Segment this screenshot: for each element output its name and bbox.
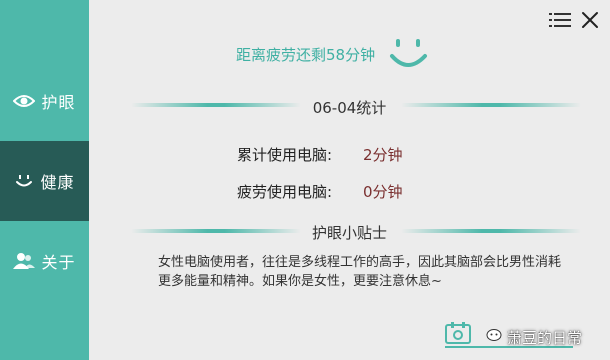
chat-bubble-icon [486, 328, 504, 348]
menu-icon[interactable] [549, 12, 571, 32]
smile-icon [14, 173, 34, 189]
sidebar-item-about[interactable]: 关于 [0, 221, 89, 301]
sidebar: 护眼 健康 关于 [0, 0, 89, 360]
tip-text: 女性电脑使用者，往往是多线程工作的高手，因此其脑部会比男性消耗更多能量和精神。如… [158, 255, 562, 289]
total-usage-value: 2分钟 [363, 146, 403, 164]
fatigue-usage-label: 疲劳使用电脑: [237, 183, 333, 201]
sidebar-item-health[interactable]: 健康 [0, 141, 89, 221]
sidebar-item-label: 关于 [41, 253, 76, 272]
watermark-text: 萧豆的日常 [507, 329, 583, 347]
users-icon [13, 252, 36, 270]
close-icon[interactable] [581, 11, 599, 33]
sidebar-item-label: 护眼 [41, 93, 76, 112]
smiley-icon [389, 36, 429, 76]
main-panel: 距离疲劳还剩58分钟 06-04统计 累计使用电脑: 2分钟 疲劳使用电脑: 0… [89, 0, 610, 360]
eye-icon [13, 93, 36, 109]
divider [401, 229, 581, 233]
fatigue-usage-value: 0分钟 [363, 183, 403, 201]
sidebar-item-label: 健康 [40, 173, 75, 192]
total-usage-label: 累计使用电脑: [237, 146, 333, 164]
fatigue-countdown: 距离疲劳还剩58分钟 [236, 46, 376, 64]
watermark: 萧豆的日常 [486, 327, 582, 348]
sidebar-item-eye-care[interactable]: 护眼 [0, 61, 89, 141]
stats-date-title: 06-04统计 [312, 99, 387, 117]
divider [401, 103, 581, 107]
